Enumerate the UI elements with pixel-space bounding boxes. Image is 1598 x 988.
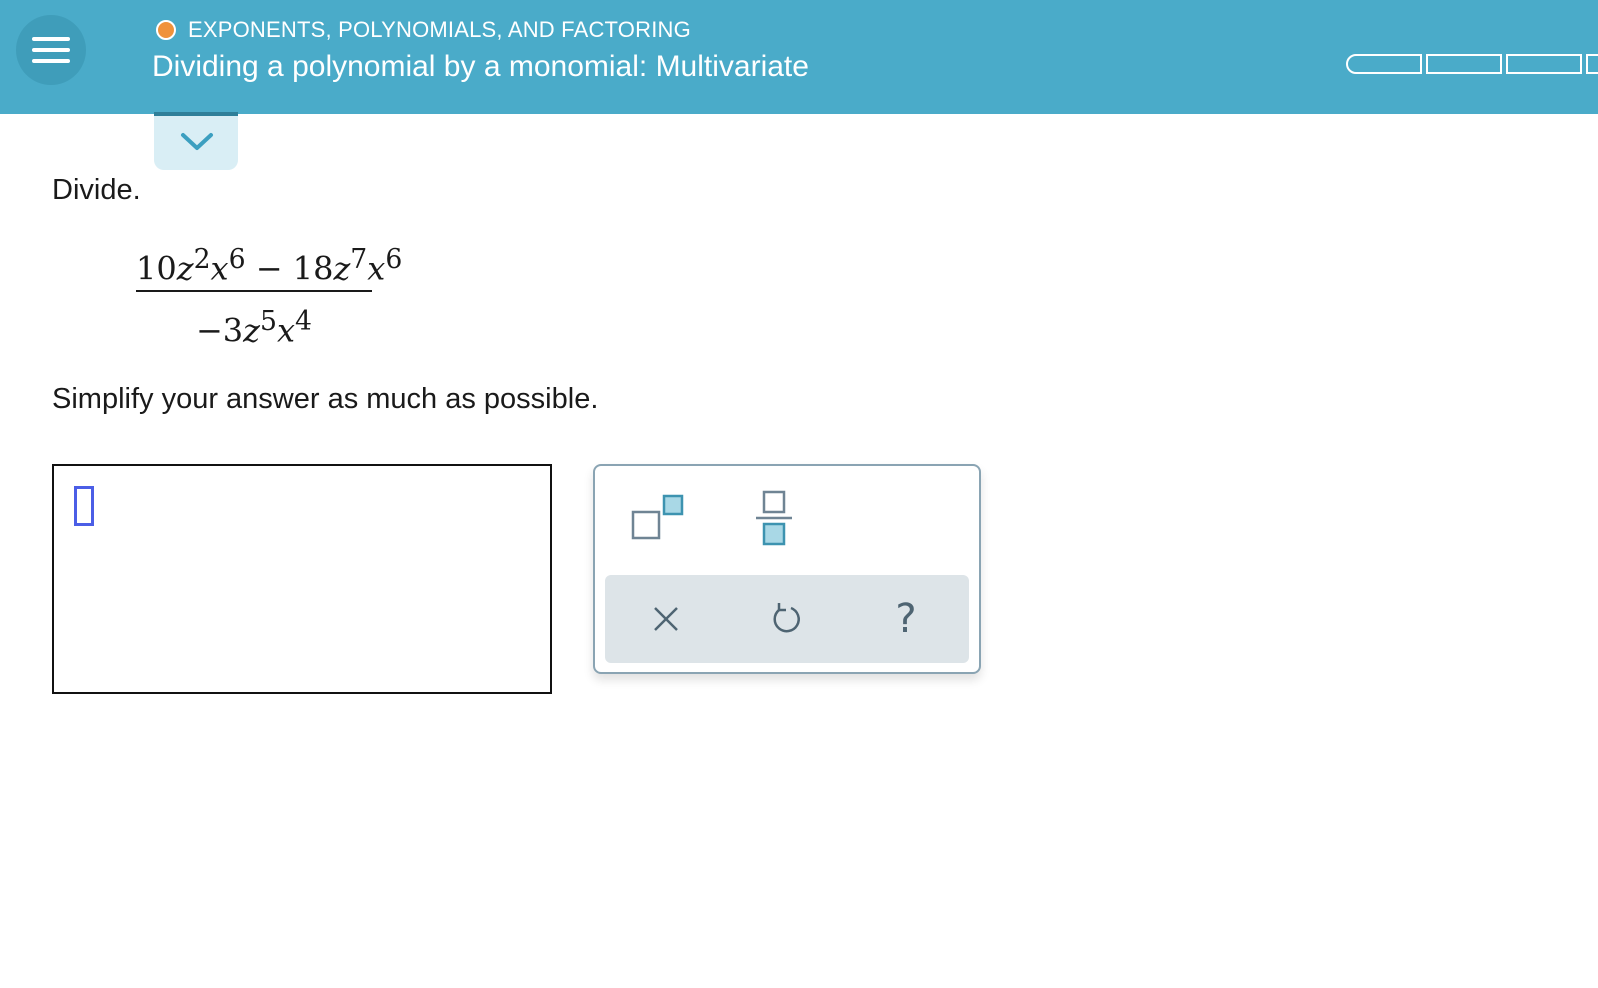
coefficient: 10 [136,249,177,288]
topic-status-dot-icon [156,20,176,40]
variable: x [276,311,296,350]
exponent: 5 [260,306,277,337]
help-icon: ? [895,596,917,642]
input-cursor-placeholder [74,486,94,526]
hamburger-bar [32,59,70,63]
coefficient: −3 [195,311,244,350]
variable: z [333,249,351,288]
exponent: 6 [228,244,246,275]
fraction-bar [136,290,372,292]
exponent: 6 [385,244,403,275]
top-header: EXPONENTS, POLYNOMIALS, AND FACTORING Di… [0,0,1598,114]
fraction-icon [756,490,792,546]
progress-segment [1586,54,1598,74]
question-prompt: Divide. [52,174,141,206]
variable: x [367,249,386,288]
menu-button[interactable] [16,15,86,85]
exponent: 7 [350,244,368,275]
progress-segment [1426,54,1502,74]
help-button[interactable]: ? [871,584,941,654]
topic-label: EXPONENTS, POLYNOMIALS, AND FACTORING [188,17,691,42]
exponent-icon [631,494,684,540]
collapse-header-button[interactable] [154,112,238,170]
operator: − [255,249,283,288]
exponent-button[interactable] [627,484,697,554]
exponent: 4 [295,306,312,337]
variable: z [176,249,194,288]
numerator: 10z2x6 − 18z7x6 [136,232,402,288]
progress-segment [1506,54,1582,74]
undo-button[interactable] [751,584,821,654]
variable: x [210,249,229,288]
fraction-button[interactable] [739,484,809,554]
clear-icon [654,607,678,631]
topic-row: EXPONENTS, POLYNOMIALS, AND FACTORING [156,16,691,44]
instructions: Simplify your answer as much as possible… [52,383,599,415]
variable: z [243,311,261,350]
math-keypad: ? [593,464,981,674]
progress-segment [1346,54,1422,74]
denominator: −3z5x4 [136,294,372,350]
chevron-down-icon [181,133,213,150]
lesson-title: Dividing a polynomial by a monomial: Mul… [152,50,809,83]
answer-input[interactable] [52,464,552,694]
clear-button[interactable] [631,584,701,654]
coefficient: 18 [292,249,334,288]
keypad-actions: ? [605,575,969,663]
exponent: 2 [193,244,211,275]
hamburger-menu-icon [32,37,70,41]
division-expression: 10z2x6 − 18z7x6 −3z5x4 [136,232,402,350]
progress-bar [1346,54,1598,74]
undo-icon [773,603,800,633]
hamburger-bar [32,48,70,52]
